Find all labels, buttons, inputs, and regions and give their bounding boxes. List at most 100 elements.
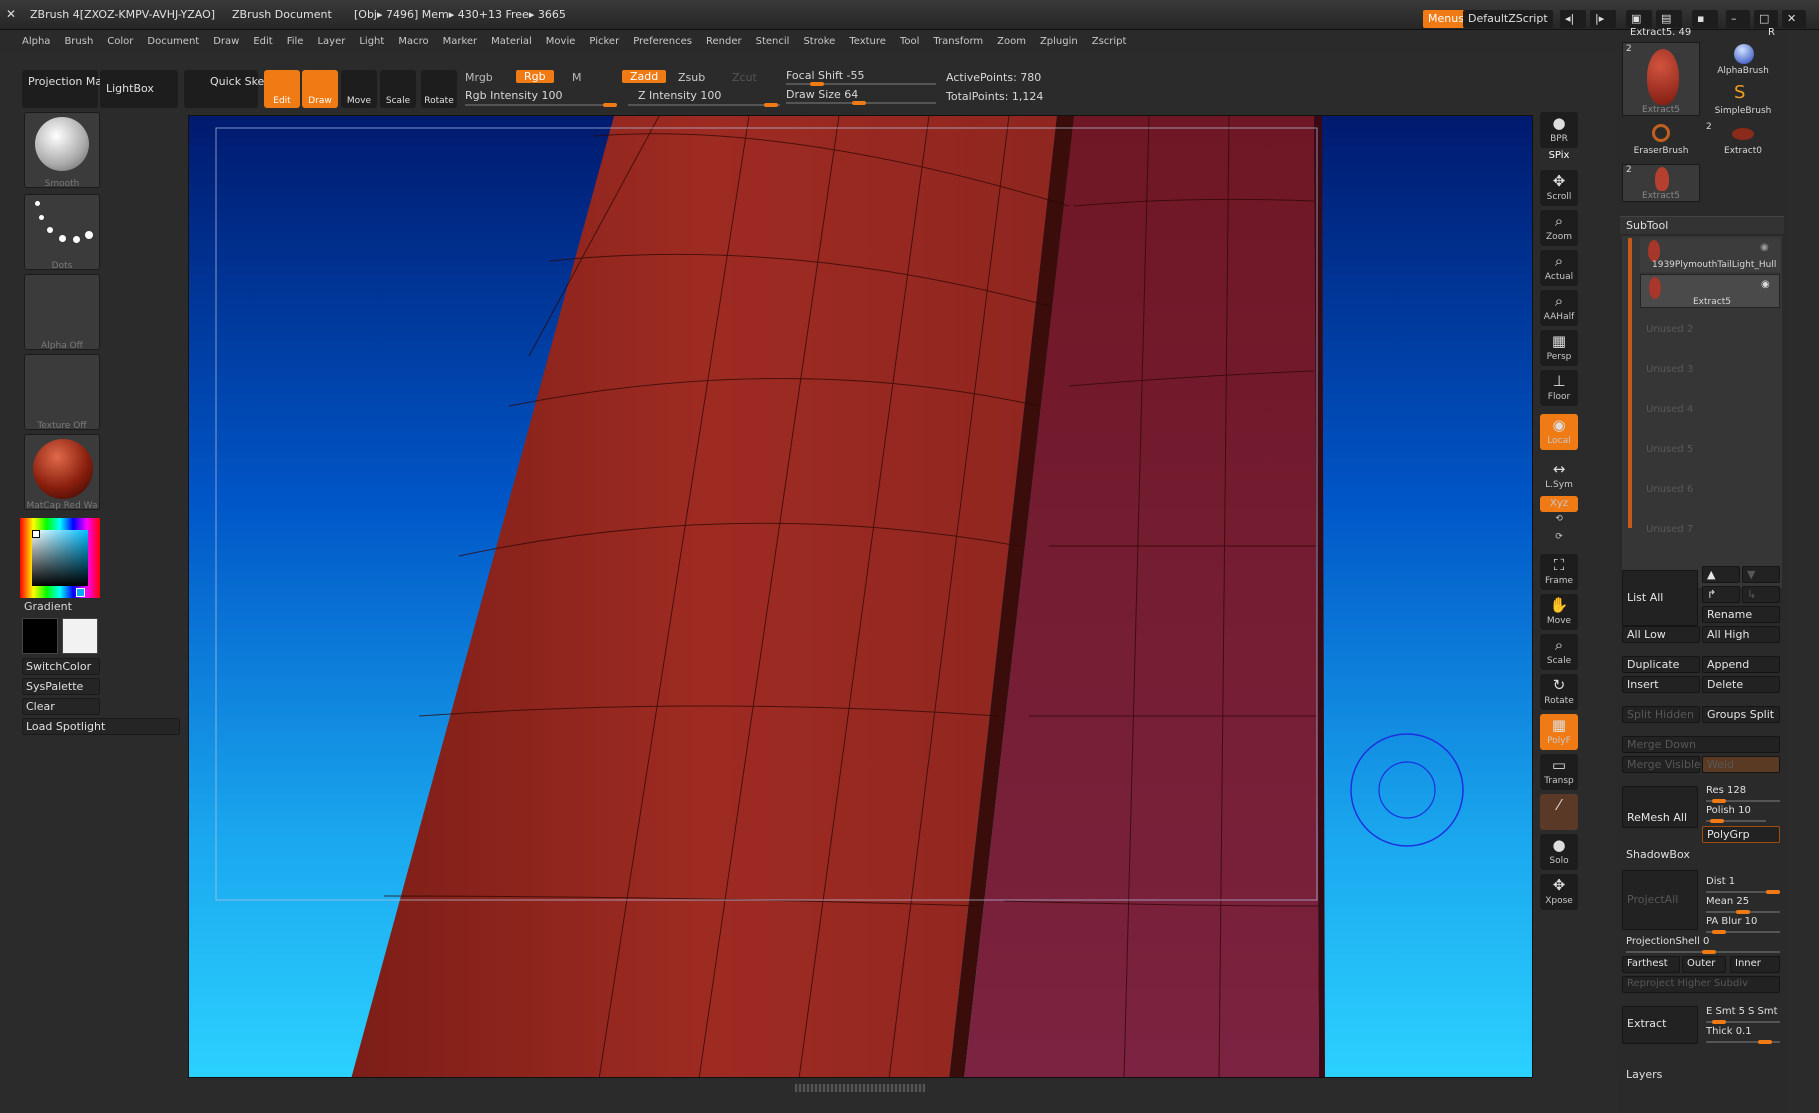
- reproject-button[interactable]: Reproject Higher Subdiv: [1622, 976, 1780, 993]
- zadd-button[interactable]: Zadd: [622, 70, 667, 83]
- material-thumbnail[interactable]: MatCap Red Wa: [24, 434, 100, 511]
- shadowbox-button[interactable]: ShadowBox: [1626, 848, 1690, 861]
- scroll-left-icon[interactable]: ◂|: [1560, 10, 1586, 28]
- rgb-intensity-slider[interactable]: Rgb Intensity 100: [465, 89, 562, 102]
- lsym-button[interactable]: ↔ L.Sym: [1540, 458, 1578, 494]
- dist-slider[interactable]: Dist 1: [1706, 876, 1735, 887]
- move-view-button[interactable]: ✋ Move: [1540, 594, 1578, 630]
- layout2-icon[interactable]: ▤: [1656, 10, 1682, 28]
- smt-track[interactable]: [1706, 1020, 1780, 1024]
- tool-eraserbrush[interactable]: EraserBrush: [1622, 122, 1700, 158]
- merge-visible-button[interactable]: Merge Visible: [1622, 756, 1701, 773]
- aahalf-button[interactable]: ⌕ AAHalf: [1540, 290, 1578, 326]
- merge-down-button[interactable]: Merge Down: [1622, 736, 1780, 753]
- extract-button[interactable]: Extract: [1622, 1006, 1698, 1044]
- res-slider[interactable]: Res 128: [1706, 785, 1746, 796]
- canvas-viewport[interactable]: [188, 115, 1533, 1078]
- gradient-toggle[interactable]: Gradient: [24, 600, 72, 613]
- move-down-icon[interactable]: ▼: [1742, 566, 1780, 583]
- menu-edit[interactable]: Edit: [253, 36, 272, 47]
- tool-alphabrush[interactable]: AlphaBrush: [1706, 42, 1780, 78]
- menu-zplugin[interactable]: Zplugin: [1040, 36, 1078, 47]
- scale-view-button[interactable]: ⌕ Scale: [1540, 634, 1578, 670]
- mean-slider[interactable]: Mean 25: [1706, 896, 1749, 907]
- ghost-button[interactable]: ⁄: [1540, 794, 1578, 830]
- menu-file[interactable]: File: [287, 36, 304, 47]
- menu-zscript[interactable]: Zscript: [1092, 36, 1127, 47]
- subtool-unused-6[interactable]: Unused 6: [1646, 484, 1693, 495]
- delete-button[interactable]: Delete: [1702, 676, 1780, 693]
- menu-transform[interactable]: Transform: [933, 36, 983, 47]
- focal-shift-track[interactable]: [786, 82, 936, 86]
- pa-blur-track[interactable]: [1706, 930, 1780, 934]
- menu-draw[interactable]: Draw: [213, 36, 239, 47]
- rename-button[interactable]: Rename: [1702, 606, 1780, 623]
- layout-icon[interactable]: ▣: [1626, 10, 1652, 28]
- minimize-icon[interactable]: –: [1726, 10, 1750, 28]
- color-picker-square[interactable]: [32, 530, 88, 586]
- rotate-y-icon[interactable]: ⟲: [1540, 514, 1578, 532]
- menu-document[interactable]: Document: [147, 36, 199, 47]
- maximize-icon[interactable]: □: [1754, 10, 1778, 28]
- subtool-unused-3[interactable]: Unused 3: [1646, 364, 1693, 375]
- stroke-thumbnail[interactable]: Dots: [24, 194, 100, 271]
- e-smt-slider[interactable]: E Smt 5: [1706, 1006, 1745, 1017]
- menu-macro[interactable]: Macro: [398, 36, 428, 47]
- subtool-unused-5[interactable]: Unused 5: [1646, 444, 1693, 455]
- mean-track[interactable]: [1706, 910, 1780, 914]
- menu-brush[interactable]: Brush: [64, 36, 93, 47]
- draw-size-track[interactable]: [786, 101, 936, 105]
- scroll-right-icon[interactable]: |▸: [1590, 10, 1616, 28]
- inner-button[interactable]: Inner: [1730, 956, 1780, 973]
- actual-button[interactable]: ⌕ Actual: [1540, 250, 1578, 286]
- draw-size-slider[interactable]: Draw Size 64: [786, 88, 858, 101]
- menu-zoom[interactable]: Zoom: [997, 36, 1026, 47]
- outer-button[interactable]: Outer: [1682, 956, 1726, 973]
- zsub-button[interactable]: Zsub: [678, 71, 705, 84]
- projection-shell-slider[interactable]: ProjectionShell 0: [1626, 936, 1709, 947]
- zcut-button[interactable]: Zcut: [732, 71, 757, 84]
- layers-header[interactable]: Layers: [1626, 1068, 1662, 1081]
- rotate-button[interactable]: Rotate: [421, 70, 457, 108]
- brush-thumbnail[interactable]: Smooth: [24, 112, 100, 189]
- edit-button[interactable]: Edit: [264, 70, 300, 108]
- rgb-intensity-track[interactable]: [465, 103, 617, 107]
- z-intensity-track[interactable]: [628, 103, 780, 107]
- menu-alpha[interactable]: Alpha: [22, 36, 50, 47]
- menu-light[interactable]: Light: [359, 36, 384, 47]
- mrgb-button[interactable]: Mrgb: [465, 71, 493, 84]
- list-all-button[interactable]: List All: [1622, 570, 1698, 626]
- switch-color-button[interactable]: SwitchColor: [22, 658, 100, 675]
- menu-color[interactable]: Color: [107, 36, 133, 47]
- polygrp-toggle[interactable]: PolyGrp: [1702, 826, 1780, 843]
- pa-blur-slider[interactable]: PA Blur 10: [1706, 916, 1757, 927]
- tool-extract5-b[interactable]: 2 Extract5: [1622, 164, 1700, 202]
- sys-palette-button[interactable]: SysPalette: [22, 678, 100, 695]
- clear-button[interactable]: Clear: [22, 698, 100, 715]
- menu-marker[interactable]: Marker: [443, 36, 478, 47]
- weld-button[interactable]: Weld: [1702, 756, 1780, 773]
- r-button[interactable]: R: [1768, 27, 1775, 38]
- thick-track[interactable]: [1706, 1040, 1780, 1044]
- projection-shell-track[interactable]: [1626, 950, 1780, 954]
- subtool-unused-4[interactable]: Unused 4: [1646, 404, 1693, 415]
- frame-button[interactable]: ⛶ Frame: [1540, 554, 1578, 590]
- zoom-button[interactable]: ⌕ Zoom: [1540, 210, 1578, 246]
- tool-simplebrush[interactable]: S SimpleBrush: [1706, 82, 1780, 118]
- menu-stroke[interactable]: Stroke: [803, 36, 835, 47]
- subtool-scrollbar[interactable]: [1628, 238, 1632, 528]
- menu-render[interactable]: Render: [706, 36, 742, 47]
- alpha-thumbnail[interactable]: Alpha Off: [24, 274, 100, 351]
- menu-picker[interactable]: Picker: [589, 36, 619, 47]
- visibility-eye-icon[interactable]: ◉: [1760, 242, 1769, 253]
- duplicate-button[interactable]: Duplicate: [1622, 656, 1700, 673]
- menu-movie[interactable]: Movie: [546, 36, 576, 47]
- main-color-swatch[interactable]: [22, 618, 58, 654]
- persp-button[interactable]: ▦ Persp: [1540, 330, 1578, 366]
- subtool-unused-2[interactable]: Unused 2: [1646, 324, 1693, 335]
- load-spotlight-button[interactable]: Load Spotlight: [22, 718, 180, 735]
- rotate-view-button[interactable]: ↻ Rotate: [1540, 674, 1578, 710]
- color-picker-handle-icon[interactable]: [32, 530, 40, 538]
- insert-button[interactable]: Insert: [1622, 676, 1700, 693]
- s-smt-slider[interactable]: S Smt: [1748, 1006, 1778, 1017]
